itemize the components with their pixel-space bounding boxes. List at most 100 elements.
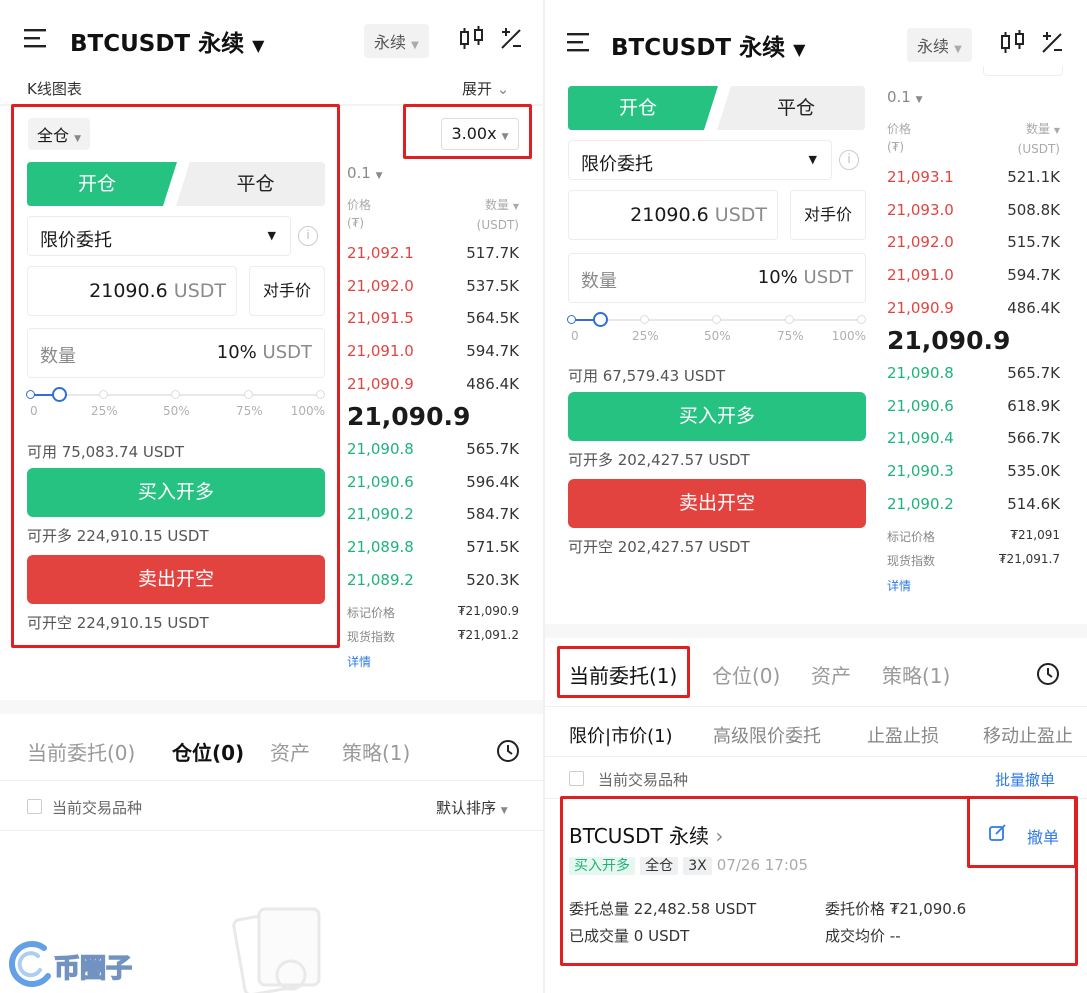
orderbook-row[interactable]: 21,090.9 486.4K <box>887 299 1060 321</box>
menu-icon[interactable] <box>567 32 591 52</box>
candlestick-icon[interactable] <box>1000 30 1028 60</box>
slider-stop[interactable] <box>567 315 576 324</box>
slider-label: 75% <box>236 404 263 418</box>
slider-stop[interactable] <box>171 390 180 399</box>
qty-column-header[interactable]: 数量 ▼ (USDT) <box>1018 120 1060 158</box>
order-type-dropdown[interactable]: 限价委托 ▼ <box>27 216 291 256</box>
info-icon[interactable]: i <box>839 150 859 170</box>
orderbook-price: 21,090.6 <box>887 396 954 415</box>
tab-positions[interactable]: 仓位(0) <box>172 737 244 766</box>
counterparty-price-button[interactable]: 对手价 <box>249 266 325 316</box>
slider-stop[interactable] <box>785 315 794 324</box>
orderbook-row[interactable]: 21,090.4 566.7K <box>887 429 1060 451</box>
batch-cancel-link[interactable]: 批量撤单 <box>995 769 1055 790</box>
leverage-selector[interactable]: 3.00x ▼ <box>441 118 519 150</box>
orderbook-row[interactable]: 21,090.3 535.0K <box>887 462 1060 484</box>
orderbook-row[interactable]: 21,090.2 514.6K <box>887 495 1060 517</box>
slider-stop[interactable] <box>857 315 866 324</box>
orderbook-row[interactable]: 21,092.0 537.5K <box>347 277 519 299</box>
orderbook-row[interactable]: 21,091.0 594.7K <box>887 266 1060 288</box>
slider-stop[interactable] <box>244 390 253 399</box>
slider-thumb[interactable] <box>52 387 67 402</box>
tab-strategy[interactable]: 策略(1) <box>882 660 950 689</box>
menu-icon[interactable] <box>24 28 48 48</box>
orderbook-price: 21,090.9 <box>347 374 414 393</box>
buy-long-button[interactable]: 买入开多 <box>27 468 325 517</box>
orderbook-row[interactable]: 21,090.8 565.7K <box>347 440 519 462</box>
order-avg-price: 成交均价 -- <box>825 927 901 945</box>
symbol-title[interactable]: BTCUSDT 永续 ▼ <box>611 28 805 62</box>
edit-icon[interactable] <box>989 824 1007 846</box>
quantity-slider[interactable]: 0 25% 50% 75% 100% <box>26 386 325 422</box>
quantity-slider[interactable]: 0 25% 50% 75% 100% <box>567 311 866 347</box>
orderbook-row[interactable]: 21,093.0 508.8K <box>887 201 1060 223</box>
divider <box>0 830 543 831</box>
subtab-advanced-limit[interactable]: 高级限价委托 <box>713 722 821 748</box>
orderbook-qty: 537.5K <box>466 276 519 295</box>
watermark-logo: 币圈子 <box>4 938 154 990</box>
orderbook-row[interactable]: 21,090.6 618.9K <box>887 397 1060 419</box>
orderbook-row[interactable]: 21,090.6 596.4K <box>347 473 519 495</box>
tab-close-position[interactable]: 平仓 <box>176 162 325 206</box>
history-clock-icon[interactable] <box>496 739 520 767</box>
slider-stop[interactable] <box>640 315 649 324</box>
cancel-order-button[interactable]: 撤单 <box>1027 824 1059 848</box>
tab-open-position[interactable]: 开仓 <box>568 86 718 130</box>
orderbook-row[interactable]: 21,091.0 594.7K <box>347 342 519 364</box>
orderbook-row[interactable]: 21,089.2 520.3K <box>347 571 519 593</box>
tab-current-orders[interactable]: 当前委托(1) <box>569 660 677 689</box>
orderbook-row[interactable]: 21,091.5 564.5K <box>347 309 519 331</box>
tab-assets[interactable]: 资产 <box>270 737 310 766</box>
orderbook-row[interactable]: 21,092.0 515.7K <box>887 233 1060 255</box>
tab-current-orders[interactable]: 当前委托(0) <box>27 737 135 766</box>
info-icon[interactable]: i <box>298 226 318 246</box>
orderbook-row[interactable]: 21,090.8 565.7K <box>887 364 1060 386</box>
slider-stop[interactable] <box>26 390 35 399</box>
tab-positions[interactable]: 仓位(0) <box>712 660 780 689</box>
depth-selector[interactable]: 0.1 ▼ <box>887 88 923 106</box>
price-input[interactable]: 21090.6 USDT <box>568 190 778 240</box>
counterparty-price-button[interactable]: 对手价 <box>790 190 866 240</box>
symbol-title[interactable]: BTCUSDT 永续 ▼ <box>70 24 264 58</box>
expand-toggle[interactable]: 展开 ⌄ <box>462 78 509 99</box>
slider-thumb[interactable] <box>593 312 608 327</box>
subtab-trailing-stop[interactable]: 移动止盈止 <box>983 722 1087 748</box>
calculator-icon[interactable] <box>500 26 524 56</box>
buy-long-button[interactable]: 买入开多 <box>568 392 866 441</box>
tab-close-position[interactable]: 平仓 <box>717 86 865 130</box>
orderbook-row[interactable]: 21,093.1 521.1K <box>887 168 1060 190</box>
contract-type-dropdown[interactable]: 永续 ▼ <box>364 24 429 58</box>
sell-short-button[interactable]: 卖出开空 <box>27 555 325 604</box>
slider-stop[interactable] <box>99 390 108 399</box>
depth-selector[interactable]: 0.1 ▼ <box>347 164 383 182</box>
candlestick-icon[interactable] <box>459 26 487 56</box>
orderbook-row[interactable]: 21,089.8 571.5K <box>347 538 519 560</box>
details-link[interactable]: 详情 <box>347 653 371 670</box>
slider-stop[interactable] <box>316 390 325 399</box>
orderbook-row[interactable]: 21,090.2 584.7K <box>347 505 519 527</box>
order-symbol[interactable]: BTCUSDT 永续 › <box>569 820 723 849</box>
current-symbol-checkbox[interactable] <box>27 799 42 814</box>
quantity-input[interactable]: 数量 10% USDT <box>568 253 866 303</box>
margin-mode-dropdown[interactable]: 全仓 ▼ <box>28 118 91 150</box>
sort-dropdown[interactable]: 默认排序 ▼ <box>436 797 508 818</box>
orderbook-row[interactable]: 21,090.9 486.4K <box>347 375 519 397</box>
contract-type-dropdown[interactable]: 永续 ▼ <box>907 28 972 62</box>
subtab-tp-sl[interactable]: 止盈止损 <box>867 722 939 748</box>
qty-column-header[interactable]: 数量 ▼ (USDT) <box>477 196 519 234</box>
sell-short-button[interactable]: 卖出开空 <box>568 479 866 528</box>
orderbook-row[interactable]: 21,092.1 517.7K <box>347 244 519 266</box>
leverage-selector-partial[interactable] <box>983 66 1063 76</box>
current-symbol-checkbox[interactable] <box>569 771 584 786</box>
price-input[interactable]: 21090.6 USDT <box>27 266 237 316</box>
order-type-dropdown[interactable]: 限价委托 ▼ <box>568 140 832 180</box>
slider-stop[interactable] <box>712 315 721 324</box>
history-clock-icon[interactable] <box>1036 662 1060 690</box>
details-link[interactable]: 详情 <box>887 577 911 594</box>
calculator-icon[interactable] <box>1041 30 1065 60</box>
tab-strategy[interactable]: 策略(1) <box>342 737 410 766</box>
tab-open-position[interactable]: 开仓 <box>27 162 177 206</box>
tab-assets[interactable]: 资产 <box>811 660 851 689</box>
subtab-limit-market[interactable]: 限价|市价(1) <box>569 722 673 748</box>
quantity-input[interactable]: 数量 10% USDT <box>27 328 325 378</box>
